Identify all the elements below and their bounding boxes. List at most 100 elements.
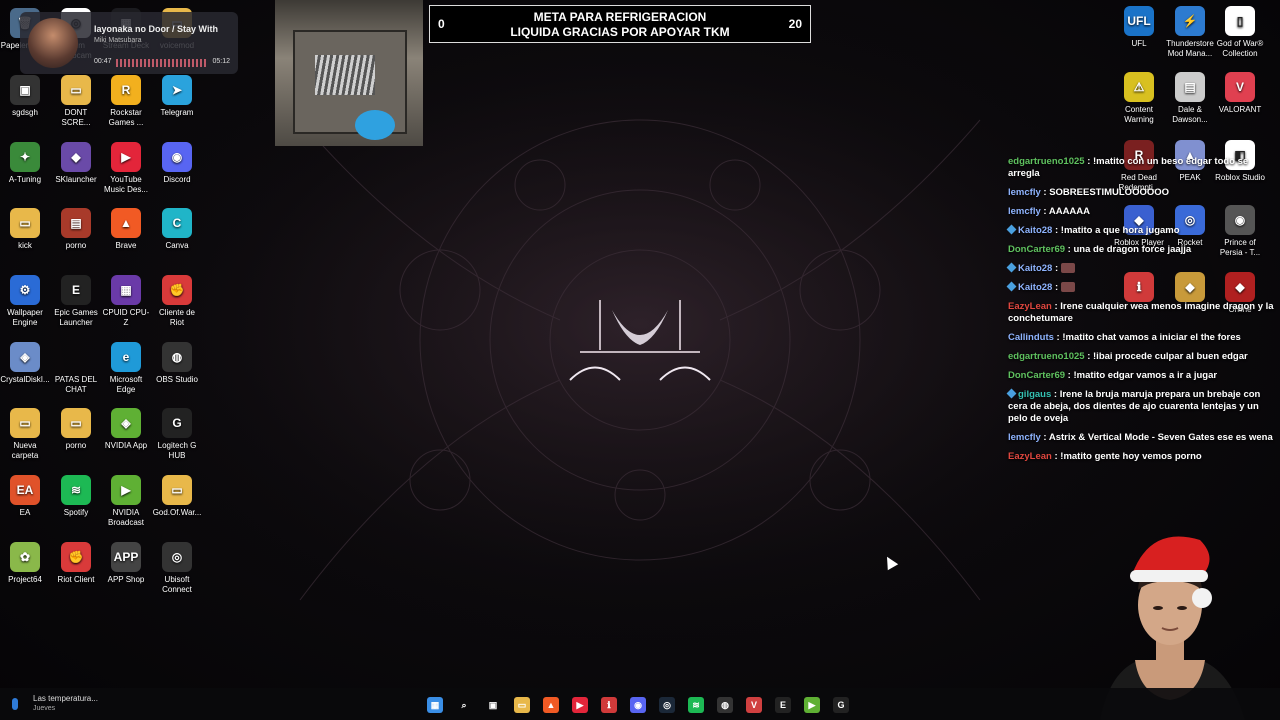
desktop-icon-brave[interactable]: ▲ Brave [101,208,151,251]
nvidia-icon[interactable]: ▶ [804,697,820,713]
discord-icon[interactable]: ◉ [630,697,646,713]
desktop-icon-a-tuning[interactable]: ✦ A-Tuning [0,142,50,185]
valorant-icon[interactable]: V [746,697,762,713]
desktop-icon-valorant[interactable]: V VALORANT [1215,72,1265,115]
desktop-icon-label: Microsoft Edge [109,375,143,394]
chat-message: lemcfly : Astrix & Vertical Mode - Seven… [1008,432,1274,444]
chat-separator: : [1051,301,1061,312]
desktop-icon-label: Rockstar Games ... [108,108,144,127]
epic-games-launcher-icon: E [61,275,91,305]
desktop-icon-sgdsgh[interactable]: ▣ sgdsgh [0,75,50,118]
desktop-icon-wallpaper-engine[interactable]: ⚙ Wallpaper Engine [0,275,50,328]
desktop-icon-project64[interactable]: ✿ Project64 [0,542,50,585]
desktop-icon-crystaldiski[interactable]: ◈ CrystalDiskI... [0,342,50,385]
desktop-icon-label: kick [18,241,32,250]
chat-message: edgartrueno1025 : !matito con un beso ed… [1008,156,1274,180]
desktop-icon-canva[interactable]: C Canva [152,208,202,251]
nvidia-broadcast-icon: ▶ [111,475,141,505]
desktop-icon-porno[interactable]: ▭ porno [51,408,101,451]
album-art [28,18,78,68]
desktop-icon-thunderstore-mod-mana[interactable]: ⚡ Thunderstore Mod Mana... [1165,6,1215,59]
windows-start-icon[interactable]: ▦ [427,697,443,713]
desktop-icon-label: Cliente de Riot [158,308,196,327]
desktop-icon-label: APP Shop [107,575,145,584]
desktop-icon-god-of-war[interactable]: ▭ God.Of.War... [152,475,202,518]
desktop-icon-label: Project64 [8,575,42,584]
chat-message: Callinduts : !matito chat vamos a inicia… [1008,332,1274,344]
taskbar: Las temperatura... Jueves ▦ ⌕ ▣ ▭ ▲ ▶ ℹ ◉ ◎ ≋ ◍ V E ▶… [0,688,1280,720]
desktop-icon-ufl[interactable]: UFL UFL [1114,6,1164,49]
desktop-icon-obs-studio[interactable]: ◍ OBS Studio [152,342,202,385]
chat-username: edgartrueno1025 [1008,156,1085,167]
desktop-icon-nvidia-app[interactable]: ◈ NVIDIA App [101,408,151,451]
desktop-icon-riot-client[interactable]: ✊ Riot Client [51,542,101,585]
desktop-icon-rockstar-games[interactable]: R Rockstar Games ... [101,75,151,128]
valorant-icon: V [1225,72,1255,102]
desktop-icon-discord[interactable]: ◉ Discord [152,142,202,185]
brave-icon[interactable]: ▲ [543,697,559,713]
desktop-icon-god-of-war-collection[interactable]: ▯ God of War® Collection [1215,6,1265,59]
steam-icon[interactable]: ◎ [659,697,675,713]
weather-widget[interactable]: Las temperatura... Jueves [8,692,108,716]
desktop-icon-nueva-carpeta[interactable]: ▭ Nueva carpeta [0,408,50,461]
stream-chat-overlay: edgartrueno1025 : !matito con un beso ed… [1006,156,1274,470]
desktop-icon-label: Epic Games Launcher [54,308,98,327]
desktop-icon-kick[interactable]: ▭ kick [0,208,50,251]
waveform-progress[interactable] [116,59,208,67]
music-player-widget[interactable]: Iayonaka no Door / Stay With Miki Matsub… [20,12,238,74]
desktop-icon-label: sgdsgh [12,108,38,117]
chat-username: lemcfly [1008,206,1041,217]
chat-text: AAAAAA [1048,206,1091,217]
chat-message: DonCarter69 : una de dragon force jaajja [1008,244,1274,256]
desktop-icon-dale-dawson[interactable]: ▤ Dale & Dawson... [1165,72,1215,125]
file-explorer-icon[interactable]: ▭ [514,697,530,713]
desktop-icon-cliente-de-riot[interactable]: ✊ Cliente de Riot [152,275,202,328]
desktop-icon-label: Discord [163,175,191,184]
desktop-icon-ubisoft-connect[interactable]: ◎ Ubisoft Connect [152,542,202,595]
desktop-icon-sklauncher[interactable]: ◆ SKlauncher [51,142,101,185]
content-warning-icon: ⚠ [1124,72,1154,102]
mouse-cursor [881,553,899,571]
search-icon[interactable]: ⌕ [456,697,472,713]
god-of-war-collection-icon: ▯ [1225,6,1255,36]
task-view-icon[interactable]: ▣ [485,697,501,713]
goal-current: 0 [438,17,445,31]
thunderstore-mod-mana-icon: ⚡ [1175,6,1205,36]
desktop-icon-telegram[interactable]: ➤ Telegram [152,75,202,118]
discord-icon: ◉ [162,142,192,172]
desktop-icon-ea[interactable]: EA EA [0,475,50,518]
chat-separator: : [1040,206,1049,217]
telegram-icon: ➤ [162,75,192,105]
desktop-icon-label: EA [19,508,31,517]
youtube-music-icon[interactable]: ▶ [572,697,588,713]
app-red-icon[interactable]: ℹ [601,697,617,713]
desktop-icon-dont-scre[interactable]: ▭ DONT SCRE... [51,75,101,128]
diamond-badge-icon [1006,262,1017,273]
spotify-icon[interactable]: ≋ [688,697,704,713]
chat-separator: : [1051,389,1060,400]
desktop-icon-app-shop[interactable]: APP APP Shop [101,542,151,585]
epic-games-icon[interactable]: E [775,697,791,713]
chat-separator: : [1052,225,1061,236]
desktop-icon-epic-games-launcher[interactable]: E Epic Games Launcher [51,275,101,328]
logitech-icon[interactable]: G [833,697,849,713]
donation-goal-bar: 0 META PARA REFRIGERACION LIQUIDA GRACIA… [429,5,811,43]
desktop-icon-youtube-music-des[interactable]: ▶ YouTube Music Des... [101,142,151,195]
desktop-icon-cpuid-cpu-z[interactable]: ▦ CPUID CPU-Z [101,275,151,328]
time-total: 05:12 [212,58,230,65]
patas-del-chat-icon [61,342,91,372]
nueva-carpeta-icon: ▭ [10,408,40,438]
cpuid-cpu-z-icon: ▦ [111,275,141,305]
desktop-icon-nvidia-broadcast[interactable]: ▶ NVIDIA Broadcast [101,475,151,528]
obs-icon[interactable]: ◍ [717,697,733,713]
desktop-icon-microsoft-edge[interactable]: e Microsoft Edge [101,342,151,395]
desktop-icon-logitech-g-hub[interactable]: G Logitech G HUB [152,408,202,461]
chat-separator: : [1052,263,1061,274]
chat-message: Kaito28 : [1006,262,1274,275]
desktop-icon-patas-del-chat[interactable]: PATAS DEL CHAT [51,342,101,395]
chat-message: Kaito28 : !matito a que hora jugamo [1006,224,1274,237]
desktop-icon-label: Nueva carpeta [11,441,39,460]
desktop-icon-spotify[interactable]: ≋ Spotify [51,475,101,518]
desktop-icon-porno[interactable]: ▤ porno [51,208,101,251]
desktop-icon-content-warning[interactable]: ⚠ Content Warning [1114,72,1164,125]
